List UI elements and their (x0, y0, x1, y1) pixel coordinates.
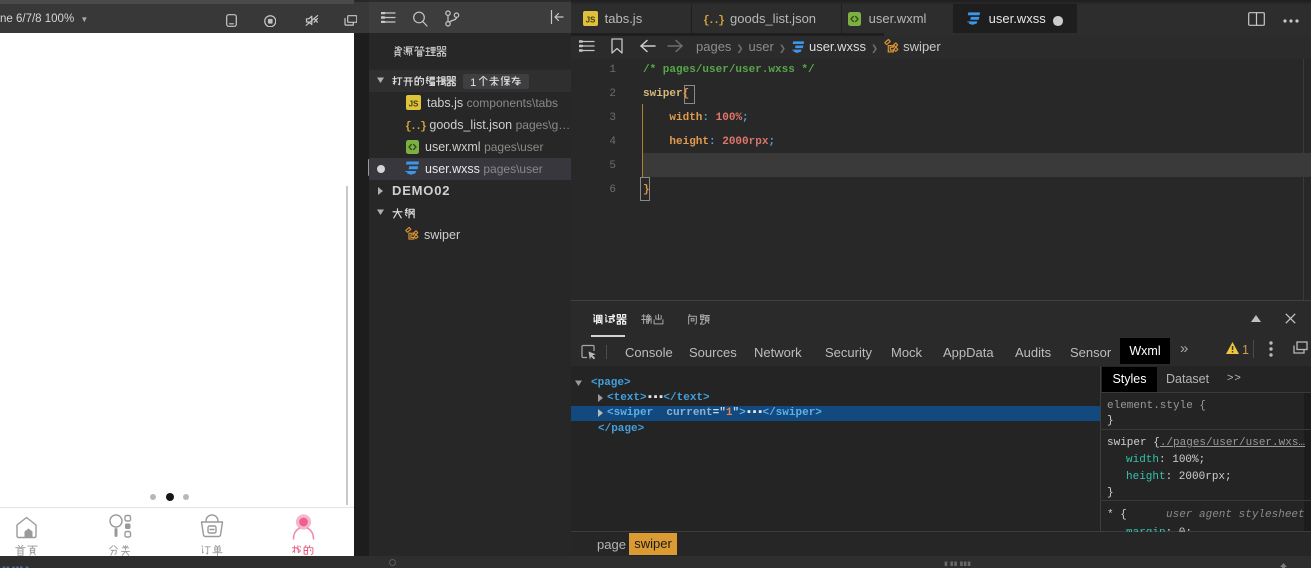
svg-text:JS: JS (586, 16, 596, 25)
svg-text:JS: JS (409, 100, 419, 109)
